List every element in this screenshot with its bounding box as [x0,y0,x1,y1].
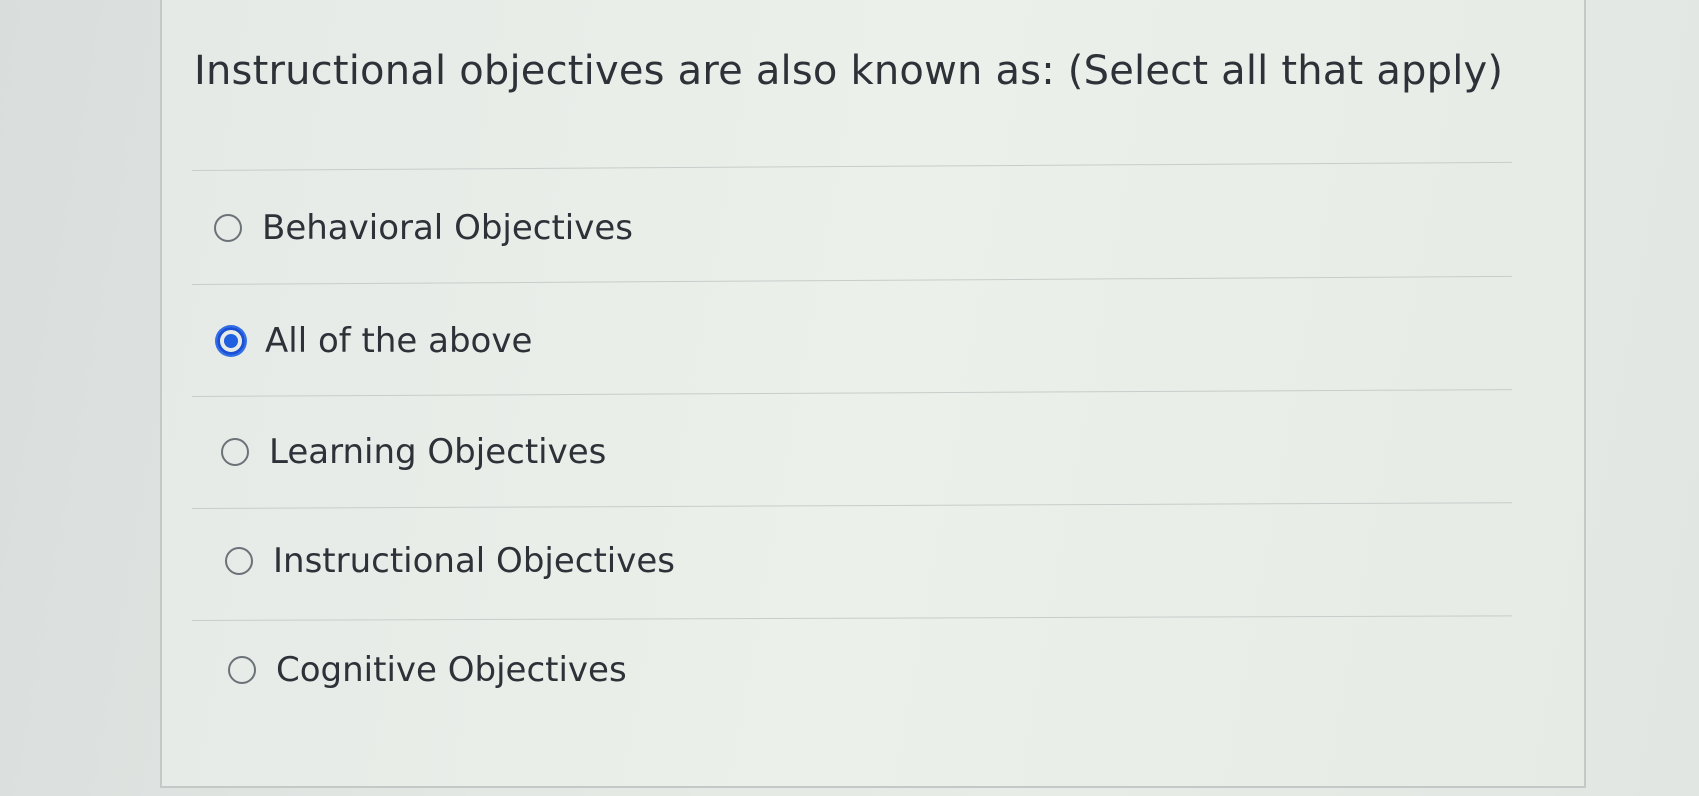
divider [191,275,1512,285]
question-text: Instructional objectives are also known … [194,48,1504,94]
radio-button[interactable] [228,656,256,684]
option-label: Behavioral Objectives [262,208,633,248]
option-all-of-the-above[interactable]: All of the above [217,321,532,361]
radio-button[interactable] [221,438,249,466]
option-instructional-objectives[interactable]: Instructional Objectives [225,541,675,581]
question-panel: Instructional objectives are also known … [160,0,1586,788]
option-label: Cognitive Objectives [276,650,627,690]
divider [191,615,1512,621]
radio-button-selected[interactable] [217,327,245,355]
divider [191,502,1512,509]
radio-dot [224,334,238,348]
divider [191,161,1512,171]
radio-button[interactable] [225,547,253,575]
option-label: All of the above [265,321,533,361]
option-behavioral-objectives[interactable]: Behavioral Objectives [214,208,633,248]
option-learning-objectives[interactable]: Learning Objectives [221,432,606,472]
screen: Instructional objectives are also known … [0,0,1699,796]
radio-button[interactable] [214,214,242,242]
option-label: Learning Objectives [269,432,607,472]
option-label: Instructional Objectives [273,541,675,581]
divider [191,389,1512,397]
option-cognitive-objectives[interactable]: Cognitive Objectives [228,650,627,690]
